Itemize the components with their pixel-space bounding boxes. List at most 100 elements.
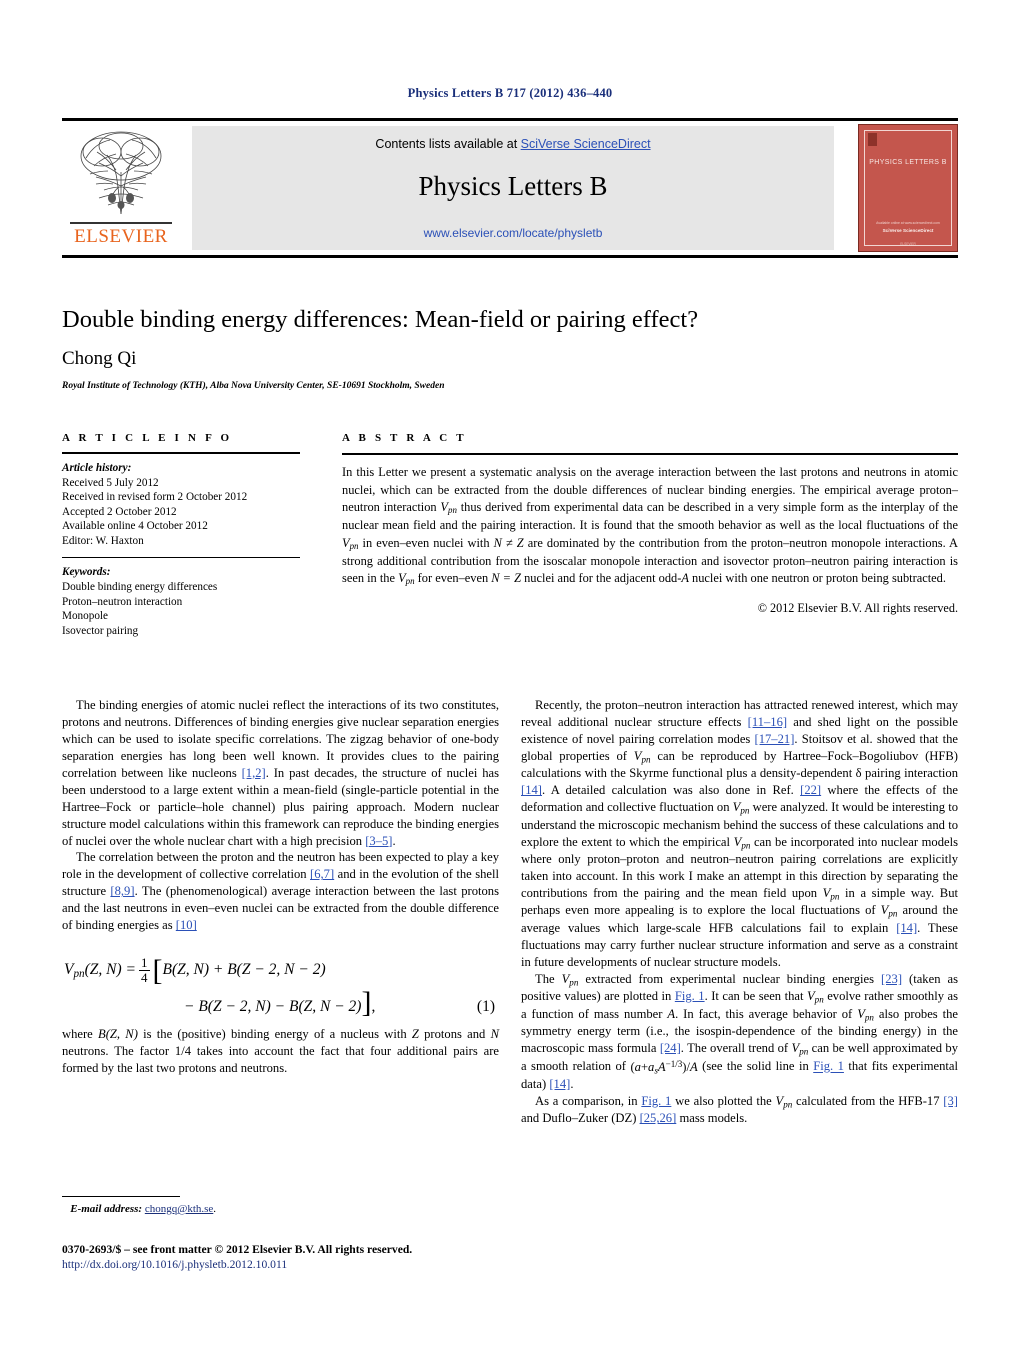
vpn-symbol: V (633, 748, 642, 763)
text-seg: (see the solid line in (697, 1059, 814, 1074)
keyword-item: Monopole (62, 610, 108, 623)
abstract-rule (342, 453, 958, 455)
citation-link[interactable]: [3–5] (365, 834, 392, 848)
equation-line-1: Vpn(Z, N) = 1 4 [ B(Z, N) + B(Z − 2, N −… (64, 954, 326, 988)
citation-link[interactable]: [11–16] (748, 715, 787, 729)
figure-reference-link[interactable]: Fig. 1 (675, 989, 705, 1003)
paragraph: The Vpn extracted from experimental nucl… (521, 971, 958, 1093)
history-item: Received 5 July 2012 (62, 476, 159, 489)
citation-link[interactable]: [10] (176, 918, 197, 932)
abstract-seg: in even–even nuclei with (358, 535, 494, 550)
paper-page: Physics Letters B 717 (2012) 436–440 ELS… (0, 0, 1020, 1351)
contents-box: Contents lists available at SciVerse Sci… (192, 126, 834, 250)
citation-link[interactable]: [3] (943, 1094, 958, 1108)
text-seg: . The overall trend of (680, 1041, 792, 1055)
footnote-block: E-mail address: chongq@kth.se. (62, 1196, 499, 1215)
mass-number-symbol: A (681, 571, 689, 586)
equation-fraction: 1 4 (139, 956, 150, 984)
citation-link[interactable]: [23] (881, 972, 902, 986)
vpn-subscript: pn (864, 1011, 874, 1022)
paragraph: The correlation between the proton and t… (62, 849, 499, 934)
citation-link[interactable]: [1,2] (242, 766, 266, 780)
citation-link[interactable]: [14] (521, 783, 542, 797)
cover-foot-line1: Available online at www.sciencedirect.co… (876, 221, 940, 225)
elsevier-tree-icon (80, 131, 162, 215)
text-seg: where (62, 1027, 99, 1042)
equation-1: Vpn(Z, N) = 1 4 [ B(Z, N) + B(Z − 2, N −… (62, 952, 499, 1026)
journal-cover-thumbnail: PHYSICS LETTERS B Available online at ww… (858, 124, 958, 252)
masthead-top-rule (62, 118, 958, 121)
citation-link[interactable]: [24] (660, 1041, 681, 1055)
neutron-number-symbol: N (490, 1027, 499, 1042)
author-affiliation: Royal Institute of Technology (KTH), Alb… (62, 381, 445, 391)
text-seg: . (570, 1077, 574, 1092)
cover-foot-line2: SciVerse ScienceDirect (882, 228, 934, 233)
text-seg: is the (positive) binding energy of a nu… (137, 1027, 412, 1042)
text-seg: calculated from the HFB-17 (792, 1093, 944, 1108)
page-footer: 0370-2693/$ – see front matter © 2012 El… (62, 1243, 622, 1271)
article-info-column: A R T I C L E I N F O Article history: R… (62, 432, 300, 638)
paragraph: The binding energies of atomic nuclei re… (62, 697, 499, 849)
text-seg: . A detailed calculation was also done i… (541, 783, 801, 798)
citation-link[interactable]: [22] (800, 783, 821, 797)
article-history-block: Article history: Received 5 July 2012 Re… (62, 461, 300, 548)
journal-title: Physics Letters B (418, 171, 608, 201)
text-seg: neutrons. The factor 1/4 takes into acco… (62, 1044, 499, 1075)
equation-lhs-args: (Z, N) = (84, 960, 136, 978)
vpn-symbol: V (806, 989, 815, 1004)
elsevier-underline (70, 222, 172, 224)
vpn-symbol: V (857, 1006, 865, 1021)
history-item: Received in revised form 2 October 2012 (62, 491, 248, 504)
text-seg: The (535, 971, 562, 986)
vpn-symbol: V (440, 500, 448, 515)
fraction-denominator: 4 (139, 969, 150, 985)
cover-corner-mark (868, 133, 877, 146)
n-ne-z-symbol: N ≠ Z (493, 535, 524, 550)
equation-line-2: − B(Z − 2, N) − B(Z, N − 2)], (184, 986, 376, 1020)
text-seg: . (392, 833, 396, 848)
author-email-link[interactable]: chongq@kth.se (145, 1203, 213, 1215)
keyword-item: Proton–neutron interaction (62, 595, 183, 608)
citation-link[interactable]: [14] (549, 1077, 570, 1091)
article-history-label: Article history: (62, 462, 132, 474)
article-info-rule (62, 452, 300, 454)
doi-link[interactable]: http://dx.doi.org/10.1016/j.physletb.201… (62, 1258, 622, 1271)
equation-lhs-subscript: pn (73, 967, 85, 980)
equation-rhs-line2: − B(Z − 2, N) − B(Z, N − 2) (184, 998, 362, 1016)
equation-close-bracket: ] (361, 986, 372, 1020)
journal-homepage-link[interactable]: www.elsevier.com/locate/physletb (192, 226, 834, 240)
text-seg: mass models. (676, 1111, 748, 1126)
cover-foot-line3: ELSEVIER (900, 242, 916, 246)
fraction-numerator: 1 (141, 955, 148, 971)
citation-link[interactable]: [8,9] (110, 884, 134, 898)
paragraph: Recently, the proton–neutron interaction… (521, 697, 958, 971)
contents-prefix: Contents lists available at (375, 137, 521, 151)
keywords-label: Keywords: (62, 566, 111, 579)
masthead-bottom-rule (62, 255, 958, 258)
figure-reference-link[interactable]: Fig. 1 (641, 1094, 671, 1108)
vpn-subscript: pn (641, 754, 651, 765)
keyword-item: Isovector pairing (62, 624, 139, 637)
sciencedirect-link[interactable]: SciVerse ScienceDirect (521, 137, 651, 151)
figure-reference-link[interactable]: Fig. 1 (813, 1060, 844, 1074)
journal-masthead: ELSEVIER Contents lists available at Sci… (62, 118, 958, 258)
history-item: Accepted 2 October 2012 (62, 505, 177, 518)
citation-link[interactable]: [25,26] (640, 1111, 677, 1125)
text-seg: . It can be seen that (704, 989, 807, 1004)
abstract-seg: for even–even (414, 571, 492, 586)
article-info-heading: A R T I C L E I N F O (62, 432, 233, 444)
text-seg: we also plotted the (671, 1093, 776, 1108)
mass-number-symbol: A (667, 1006, 676, 1021)
abstract-copyright: © 2012 Elsevier B.V. All rights reserved… (757, 601, 958, 616)
contents-available-line: Contents lists available at SciVerse Sci… (192, 137, 834, 151)
paragraph: where B(Z, N) is the (positive) binding … (62, 1026, 499, 1077)
text-seg: protons and (418, 1027, 491, 1042)
citation-link[interactable]: [14] (896, 921, 917, 935)
abstract-seg: nuclei and for the adjacent odd- (521, 571, 682, 586)
citation-link[interactable]: [6,7] (310, 867, 334, 881)
text-seg: . In fact, this average behavior of (675, 1006, 858, 1021)
keyword-item: Double binding energy differences (62, 580, 218, 593)
citation-link[interactable]: [17–21] (755, 732, 795, 746)
keywords-block: Keywords: Double binding energy differen… (62, 565, 300, 638)
author-name: Chong Qi (62, 348, 137, 369)
